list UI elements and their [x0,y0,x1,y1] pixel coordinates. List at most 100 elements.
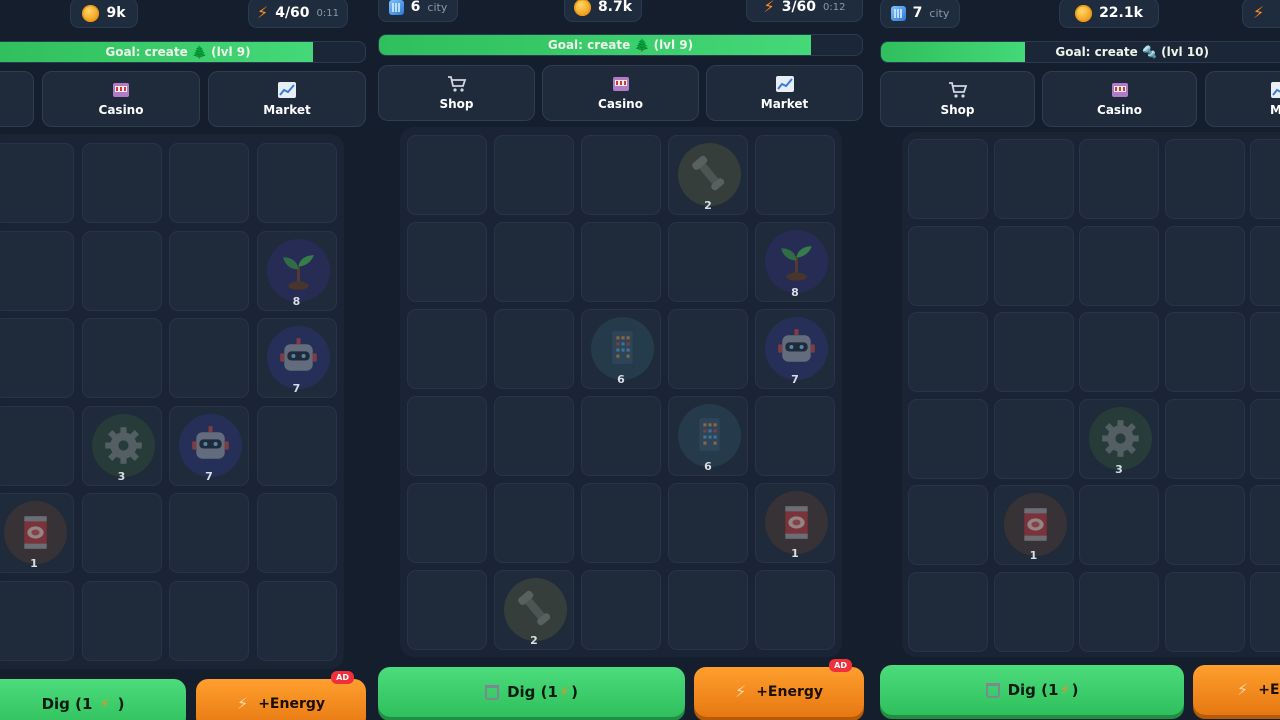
board-cell[interactable] [407,570,487,650]
board-cell[interactable] [169,230,249,311]
board-cell[interactable] [993,398,1074,479]
dig-button[interactable]: Dig (1 ⚡) [880,665,1184,715]
board-cell[interactable]: 2 [668,135,748,215]
board-cell[interactable] [494,396,574,476]
board-cell[interactable] [169,318,249,398]
board-cell[interactable] [0,318,74,398]
board-cell[interactable] [1250,571,1280,652]
board-cell[interactable] [1079,139,1159,219]
energy-ad-button[interactable]: ⚡ +E [1193,665,1280,715]
board-cell[interactable] [755,135,835,215]
board-cell[interactable] [407,135,487,215]
board-cell[interactable] [1250,139,1280,219]
board-cell[interactable] [407,396,487,476]
board-cell[interactable] [668,483,748,563]
board-cell[interactable] [993,312,1074,392]
board-cell[interactable] [908,312,988,392]
board-cell[interactable] [1164,398,1245,479]
board-cell[interactable] [1164,139,1245,219]
dig-button[interactable]: Dig (1 ⚡) [0,679,186,720]
board-cell[interactable] [494,483,574,563]
board-cell[interactable]: 1 [755,483,835,563]
board-cell[interactable] [1250,485,1280,565]
board-cell[interactable]: 1 [0,493,74,573]
board-cell[interactable] [169,493,249,573]
board-cell[interactable] [908,225,988,306]
board-cell[interactable] [581,135,661,215]
board-cell[interactable] [668,309,748,389]
board-cell[interactable] [908,485,988,565]
nav-shop-button[interactable]: Shop [880,71,1035,127]
board-cell[interactable] [908,139,988,219]
energy-ad-button[interactable]: ⚡ +Energy AD [694,659,864,717]
board-cell[interactable] [993,571,1074,652]
board-cell[interactable] [0,580,74,661]
nav-shop-button[interactable] [0,71,34,127]
board-cell[interactable]: 7 [169,405,249,486]
nav-market-button[interactable]: Market [208,71,366,127]
nav-casino-button[interactable]: Casino [42,71,200,127]
board-cell[interactable] [755,570,835,650]
board-cell[interactable] [581,222,661,302]
board-cell[interactable] [1164,312,1245,392]
nav-casino-button[interactable]: Casino [1042,71,1197,127]
board-cell[interactable] [407,483,487,563]
dig-button[interactable]: Dig (1 ⚡) [378,667,685,717]
board-cell[interactable] [494,222,574,302]
energy-pill[interactable]: ⚡ 4/60 0:11 [248,0,348,28]
board-cell[interactable] [755,396,835,476]
board-cell[interactable] [0,143,74,223]
board-cell[interactable]: 3 [81,405,162,486]
board-cell[interactable]: 6 [581,309,661,389]
board-cell[interactable]: 8 [256,230,337,311]
board-cell[interactable] [1250,312,1280,392]
board-cell[interactable] [81,230,162,311]
energy-pill[interactable]: ⚡ 3/60 0:12 [746,0,863,22]
board-cell[interactable] [1164,571,1245,652]
board-cell[interactable] [668,222,748,302]
board-cell[interactable] [1079,312,1159,392]
energy-ad-button[interactable]: ⚡ +Energy AD [196,671,366,720]
board-cell[interactable] [993,225,1074,306]
board-cell[interactable] [256,143,337,223]
board-cell[interactable] [256,580,337,661]
board-cell[interactable] [1079,571,1159,652]
board-cell[interactable] [1250,398,1280,479]
nav-market-button[interactable]: Ma [1205,71,1280,127]
nav-casino-button[interactable]: Casino [542,65,699,121]
board-cell[interactable] [81,318,162,398]
board-cell[interactable]: 2 [494,570,574,650]
board-cell[interactable] [1164,225,1245,306]
board-cell[interactable]: 1 [993,485,1074,565]
board-cell[interactable] [407,309,487,389]
board-cell[interactable] [256,405,337,486]
board-cell[interactable] [1250,225,1280,306]
nav-market-button[interactable]: Market [706,65,863,121]
board-cell[interactable] [0,405,74,486]
nav-shop-button[interactable]: Shop [378,65,535,121]
board-cell[interactable]: 8 [755,222,835,302]
board-cell[interactable] [81,143,162,223]
board-cell[interactable] [494,309,574,389]
board-cell[interactable]: 3 [1079,398,1159,479]
board-cell[interactable] [1164,485,1245,565]
board-cell[interactable]: 7 [755,309,835,389]
board-cell[interactable] [581,483,661,563]
board-cell[interactable] [668,570,748,650]
board-cell[interactable] [256,493,337,573]
board-cell[interactable]: 7 [256,318,337,398]
board-cell[interactable] [494,135,574,215]
board-cell[interactable] [169,143,249,223]
board-cell[interactable] [81,493,162,573]
board-cell[interactable] [1079,225,1159,306]
board-cell[interactable] [169,580,249,661]
energy-pill[interactable]: ⚡ [1242,0,1280,28]
board-cell[interactable] [0,230,74,311]
board-cell[interactable] [993,139,1074,219]
board-cell[interactable] [581,396,661,476]
board-cell[interactable] [1079,485,1159,565]
board-cell[interactable] [407,222,487,302]
board-cell[interactable]: 6 [668,396,748,476]
board-cell[interactable] [908,571,988,652]
board-cell[interactable] [581,570,661,650]
